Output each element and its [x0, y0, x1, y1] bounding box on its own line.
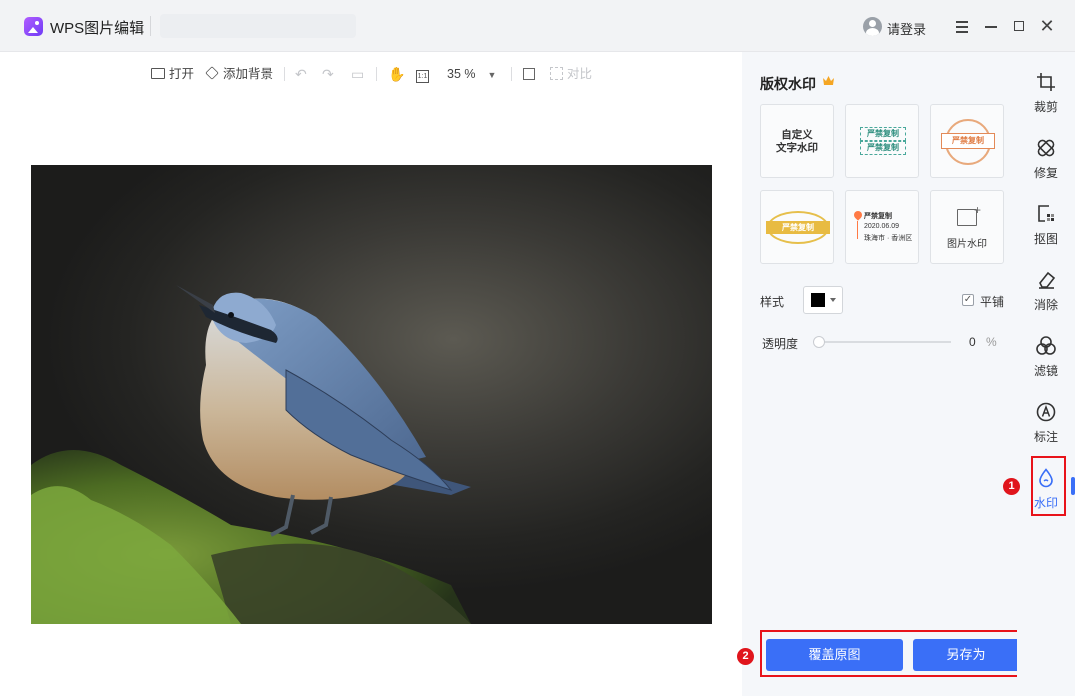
tile-checkbox[interactable]: ✓	[962, 294, 974, 306]
title-divider	[150, 16, 151, 36]
copy-button[interactable]	[523, 64, 535, 84]
file-name-tab[interactable]	[160, 14, 356, 38]
close-button[interactable]: ✕	[1035, 14, 1059, 38]
custom-text-watermark-card[interactable]: 自定义 文字水印	[760, 104, 834, 178]
save-as-label: 另存为	[946, 647, 986, 662]
tool-cutout[interactable]: 抠图	[1017, 198, 1075, 254]
opacity-slider[interactable]	[818, 341, 951, 343]
color-picker[interactable]	[803, 286, 843, 314]
minimize-button[interactable]	[979, 14, 1003, 38]
tool-repair[interactable]: 修复	[1017, 132, 1075, 188]
location-divider	[857, 221, 858, 239]
opacity-label: 透明度	[762, 337, 799, 351]
custom-text-watermark-label: 自定义 文字水印	[776, 129, 818, 154]
bandage-icon	[1037, 139, 1055, 157]
redo-icon[interactable]: ↷	[322, 64, 334, 84]
chevron-down-icon: ▼	[487, 70, 497, 80]
zoom-select[interactable]: 35 % ▼	[447, 64, 496, 84]
style-label: 样式	[760, 295, 785, 309]
title-bar: WPS图片编辑 请登录 ✕	[0, 0, 1075, 52]
tool-annotate-label: 标注	[1033, 430, 1058, 444]
watermark-panel: 版权水印 自定义 文字水印 严禁复制 严禁复制 严禁复制 严禁复制 严禁复制 2…	[737, 52, 1057, 696]
step-marker-1: 1	[1003, 478, 1020, 495]
filter-icon	[1036, 336, 1056, 355]
menu-button[interactable]	[950, 14, 974, 38]
add-background-label: 添加背景	[223, 67, 274, 81]
tool-filter[interactable]: 滤镜	[1017, 330, 1075, 386]
opacity-slider-handle[interactable]	[813, 336, 825, 348]
tool-crop[interactable]: 裁剪	[1017, 66, 1075, 122]
tool-annotate[interactable]: 标注	[1017, 396, 1075, 452]
bird-photo	[31, 165, 712, 624]
oval-stamp-watermark-card[interactable]: 严禁复制	[760, 190, 834, 264]
eraser-icon	[1039, 271, 1056, 289]
image-watermark-card[interactable]: + 图片水印	[930, 190, 1004, 264]
tool-cutout-label: 抠图	[1033, 232, 1058, 246]
app-title: WPS图片编辑	[50, 20, 145, 37]
location-watermark-card[interactable]: 严禁复制 2020.06.09 珠海市 · 香洲区	[845, 190, 919, 264]
watermark-highlight-box	[1031, 456, 1066, 516]
bird-illustration	[31, 285, 471, 624]
location-place: 珠海市 · 香洲区	[864, 235, 913, 242]
undo-icon[interactable]: ↶	[295, 64, 307, 84]
step-marker-2: 2	[737, 648, 754, 665]
maximize-button[interactable]	[1007, 14, 1031, 38]
hand-tool-icon[interactable]: ✋	[388, 64, 405, 84]
crop-icon	[1037, 73, 1055, 91]
ratio-button[interactable]: 1:1	[416, 64, 429, 84]
copy-icon	[523, 68, 535, 80]
color-swatch	[811, 293, 825, 307]
tool-rail: 裁剪 修复 抠图 消除 滤镜 标注 水印	[1017, 52, 1075, 696]
login-link[interactable]: 请登录	[887, 19, 926, 38]
stamp-label: 严禁复制	[941, 133, 995, 149]
panel-title: 版权水印	[760, 76, 816, 92]
annotate-icon	[1036, 402, 1056, 422]
add-background-button[interactable]: 添加背景	[205, 64, 274, 84]
opacity-unit: %	[986, 335, 997, 349]
repeat-stamp-watermark-card[interactable]: 严禁复制 严禁复制	[845, 104, 919, 178]
stamp-label: 严禁复制	[860, 127, 906, 141]
round-stamp-watermark-card[interactable]: 严禁复制	[930, 104, 1004, 178]
image-icon[interactable]: ▭	[351, 64, 364, 84]
tool-crop-label: 裁剪	[1033, 100, 1058, 114]
tool-erase[interactable]: 消除	[1017, 264, 1075, 320]
stamp-label: 严禁复制	[766, 221, 830, 234]
canvas-area: 打开 添加背景 ↶ ↷ ▭ ✋ 1:1 35 % ▼ 对比	[0, 52, 742, 696]
rail-scroll-indicator[interactable]	[1071, 477, 1075, 495]
location-pin-icon	[852, 209, 864, 221]
toolbar-divider	[511, 67, 512, 81]
open-label: 打开	[169, 67, 195, 81]
cutout-icon	[1038, 205, 1054, 222]
caret-down-icon	[830, 298, 836, 302]
app-logo-icon	[24, 17, 43, 36]
overwrite-original-button[interactable]: 覆盖原图	[766, 639, 903, 671]
tool-repair-label: 修复	[1033, 166, 1058, 180]
tool-erase-label: 消除	[1033, 298, 1058, 312]
tile-label: 平铺	[980, 295, 1005, 309]
toolbar-divider	[284, 67, 285, 81]
ratio-icon: 1:1	[416, 70, 429, 83]
compare-label: 对比	[567, 67, 593, 81]
image-watermark-label: 图片水印	[947, 239, 987, 250]
plus-icon: +	[974, 203, 982, 217]
compare-icon	[550, 67, 563, 80]
opacity-value: 0	[969, 335, 976, 349]
open-button[interactable]: 打开	[151, 64, 194, 84]
compare-button[interactable]: 对比	[550, 64, 592, 84]
background-icon	[205, 66, 219, 80]
location-date: 2020.06.09	[864, 223, 900, 230]
zoom-value: 35 %	[447, 67, 476, 81]
folder-icon	[151, 68, 165, 79]
crown-icon	[823, 76, 834, 85]
stamp-label: 严禁复制	[860, 141, 906, 155]
toolbar-divider	[376, 67, 377, 81]
tool-filter-label: 滤镜	[1033, 364, 1058, 378]
location-title: 严禁复制	[864, 213, 892, 220]
user-avatar-icon[interactable]	[863, 17, 882, 36]
